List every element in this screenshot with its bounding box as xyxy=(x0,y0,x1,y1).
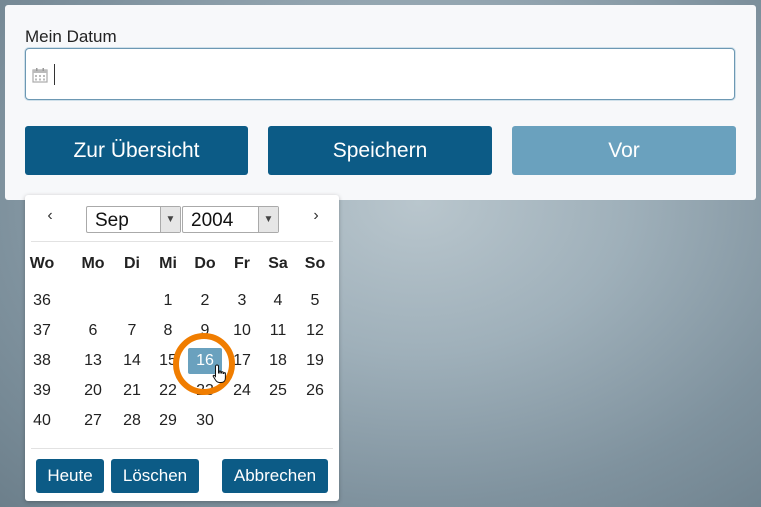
day-cell[interactable]: 19 xyxy=(298,348,332,374)
day-cell[interactable]: 5 xyxy=(298,288,332,314)
overview-button[interactable]: Zur Übersicht xyxy=(25,126,248,175)
day-cell[interactable]: 3 xyxy=(225,288,259,314)
next-button[interactable]: Vor xyxy=(512,126,736,175)
week-number: 38 xyxy=(33,352,51,369)
day-cell[interactable]: 11 xyxy=(261,318,295,344)
day-cell[interactable]: 12 xyxy=(298,318,332,344)
date-input[interactable] xyxy=(25,48,735,100)
weekday-header: Fr xyxy=(234,255,250,272)
chevron-down-icon: ▼ xyxy=(160,207,180,232)
next-month-button[interactable]: › xyxy=(308,207,324,225)
today-button[interactable]: Heute xyxy=(36,459,104,493)
day-cell[interactable]: 2 xyxy=(188,288,222,314)
form-panel: Mein Datum Zur Übersicht Speichern Vor xyxy=(5,5,756,200)
day-cell[interactable]: 24 xyxy=(225,378,259,404)
weekday-header: Mo xyxy=(81,255,105,272)
weekday-header: Mi xyxy=(159,255,177,272)
day-cell[interactable]: 10 xyxy=(225,318,259,344)
clear-button[interactable]: Löschen xyxy=(111,459,199,493)
week-number: 37 xyxy=(33,322,51,339)
day-cell[interactable]: 7 xyxy=(115,318,149,344)
day-cell[interactable]: 28 xyxy=(115,408,149,434)
calendar-icon xyxy=(32,68,48,83)
weekday-header: Sa xyxy=(268,255,288,272)
day-cell[interactable]: 14 xyxy=(115,348,149,374)
year-select[interactable]: 2004 ▼ xyxy=(182,206,279,233)
cancel-button[interactable]: Abbrechen xyxy=(222,459,328,493)
datepicker-popup: ‹ Sep ▼ 2004 ▼ › Wo Mo Di Mi Do Fr Sa So 36 1 2 3 4 5… xyxy=(25,195,339,501)
weekday-header: So xyxy=(304,255,326,272)
day-cell[interactable]: 30 xyxy=(188,408,222,434)
day-cell[interactable]: 6 xyxy=(76,318,110,344)
hand-cursor-icon xyxy=(212,364,226,383)
day-cell[interactable]: 29 xyxy=(151,408,185,434)
text-caret xyxy=(54,64,55,85)
day-cell[interactable]: 21 xyxy=(115,378,149,404)
day-cell[interactable]: 8 xyxy=(151,318,185,344)
chevron-down-icon: ▼ xyxy=(258,207,278,232)
day-cell[interactable]: 27 xyxy=(76,408,110,434)
week-number: 40 xyxy=(33,412,51,429)
day-cell[interactable]: 25 xyxy=(261,378,295,404)
save-button[interactable]: Speichern xyxy=(268,126,492,175)
day-cell[interactable]: 1 xyxy=(151,288,185,314)
week-number: 36 xyxy=(33,292,51,309)
footer-divider xyxy=(31,448,333,449)
day-cell[interactable]: 4 xyxy=(261,288,295,314)
day-cell[interactable]: 13 xyxy=(76,348,110,374)
field-label: Mein Datum xyxy=(25,27,117,46)
day-cell[interactable]: 26 xyxy=(298,378,332,404)
week-number: 39 xyxy=(33,382,51,399)
year-select-value: 2004 xyxy=(191,210,234,231)
weekday-header: Do xyxy=(194,255,216,272)
weekday-header: Di xyxy=(124,255,140,272)
day-cell[interactable]: 20 xyxy=(76,378,110,404)
prev-month-button[interactable]: ‹ xyxy=(42,207,58,225)
month-select-value: Sep xyxy=(95,210,129,231)
header-divider xyxy=(31,241,333,242)
month-select[interactable]: Sep ▼ xyxy=(86,206,181,233)
weekday-header: Wo xyxy=(29,255,55,272)
day-cell[interactable]: 18 xyxy=(261,348,295,374)
